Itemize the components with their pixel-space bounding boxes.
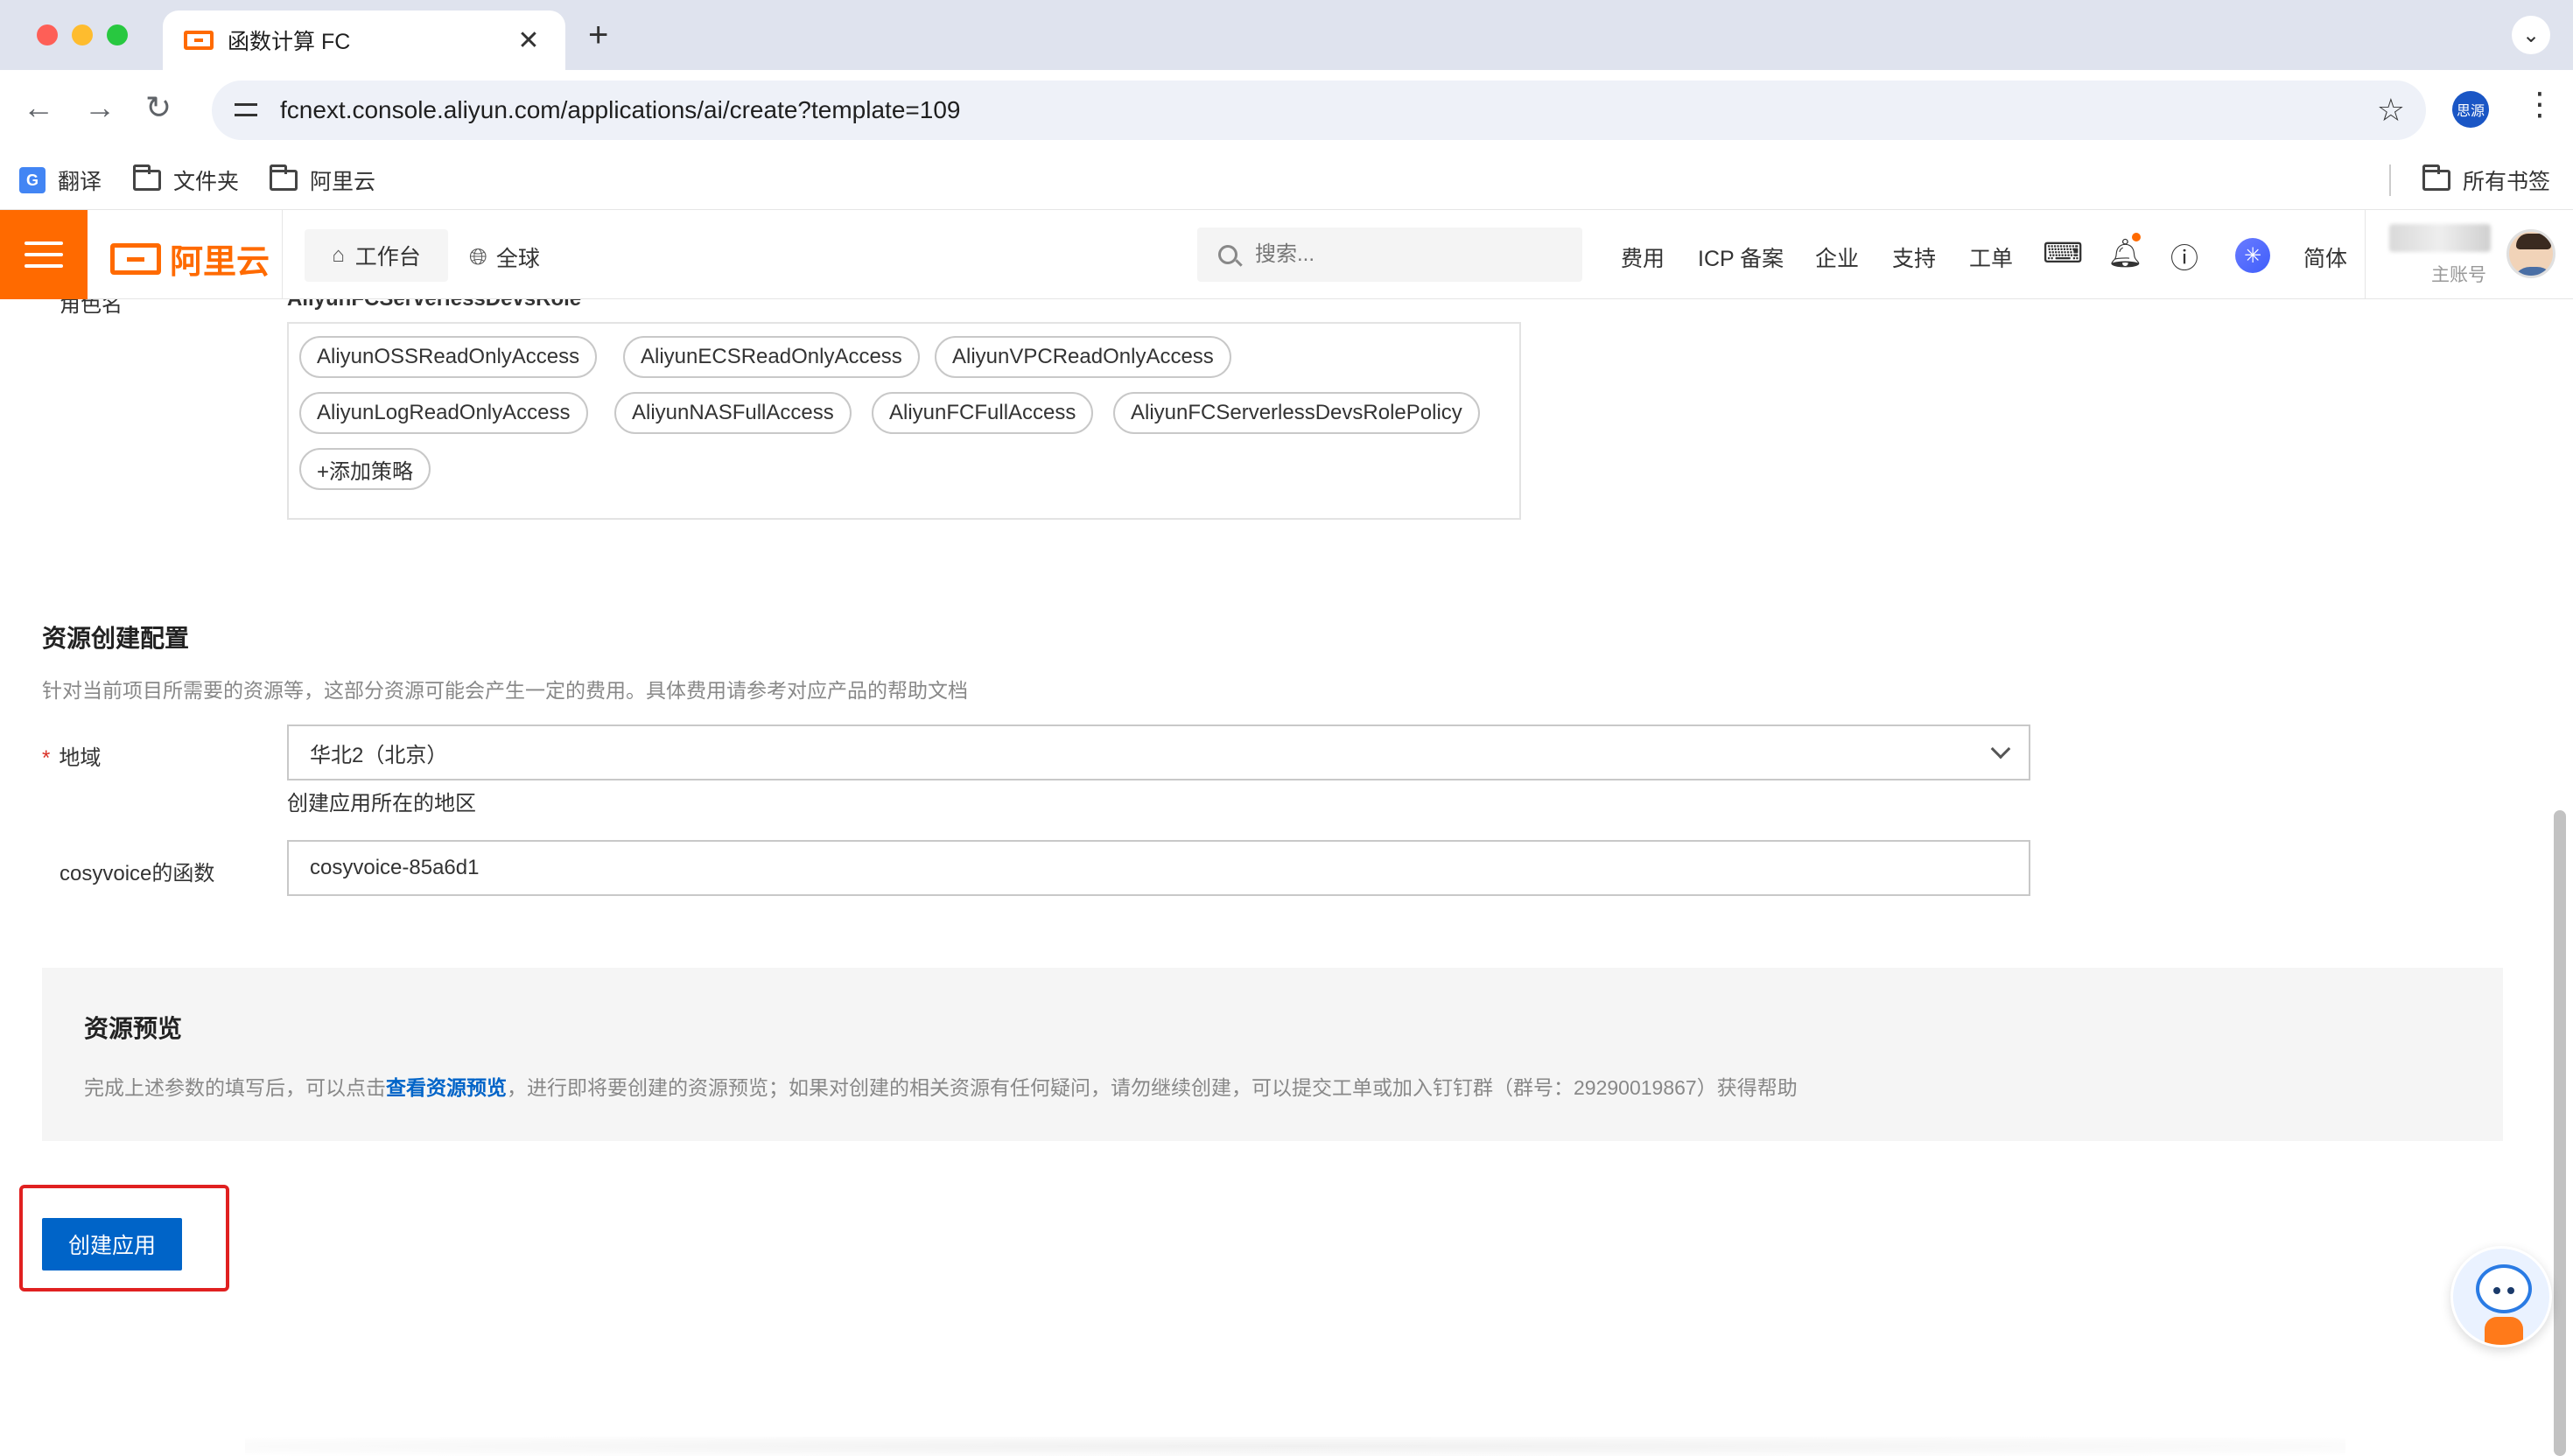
region-global-button[interactable]: 🌐︎ 全球 xyxy=(469,242,540,273)
browser-toolbar: ← → ↻ fcnext.console.aliyun.com/applicat… xyxy=(0,70,2573,150)
language-switch[interactable]: 简体 xyxy=(2303,242,2347,273)
customer-service-robot-icon[interactable] xyxy=(2450,1246,2552,1348)
create-application-button[interactable]: 创建应用 xyxy=(42,1218,182,1270)
policy-tag[interactable]: AliyunVPCReadOnlyAccess xyxy=(935,336,1231,378)
workbench-button[interactable]: ⌂ 工作台 xyxy=(305,229,448,282)
policy-tag[interactable]: AliyunFCFullAccess xyxy=(872,392,1094,434)
function-name-label: cosyvoice的函数 xyxy=(60,862,215,886)
all-bookmarks-label: 所有书签 xyxy=(2463,170,2551,194)
resource-preview-panel: 资源预览 完成上述参数的填写后，可以点击查看资源预览，进行即将要创建的资源预览；… xyxy=(42,968,2503,1141)
bookmark-translate[interactable]: G 翻译 xyxy=(19,164,102,196)
profile-avatar[interactable]: 思源 xyxy=(2452,91,2489,128)
user-avatar[interactable] xyxy=(2506,229,2555,278)
google-translate-icon: G xyxy=(19,167,46,193)
all-bookmarks[interactable]: 所有书签 xyxy=(2422,164,2550,196)
folder-icon xyxy=(270,164,298,191)
aliyun-logo[interactable]: 阿里云 xyxy=(110,234,270,283)
resource-config-title: 资源创建配置 xyxy=(42,625,190,652)
maximize-window-button[interactable] xyxy=(107,24,128,46)
site-settings-icon[interactable] xyxy=(233,96,261,124)
resource-preview-description: 完成上述参数的填写后，可以点击查看资源预览，进行即将要创建的资源预览；如果对创建… xyxy=(84,1071,1798,1101)
browser-tab-active[interactable]: 函数计算 FC ✕ xyxy=(163,10,565,70)
role-policy-list: AliyunOSSReadOnlyAccess AliyunECSReadOnl… xyxy=(287,322,1521,520)
global-label: 全球 xyxy=(495,247,540,271)
tab-close-icon[interactable]: ✕ xyxy=(513,25,544,56)
chevron-down-icon xyxy=(1990,738,2011,760)
reload-icon[interactable]: ↻ xyxy=(145,89,172,126)
bookmark-label: 阿里云 xyxy=(310,170,376,194)
region-label-text: 地域 xyxy=(59,746,102,770)
role-name-value: AliyunFCServerlessDevsRole xyxy=(287,299,581,312)
bookmark-folder[interactable]: 文件夹 xyxy=(133,164,239,196)
logo-text: 阿里云 xyxy=(170,244,270,281)
policy-tag[interactable]: AliyunLogReadOnlyAccess xyxy=(299,392,588,434)
close-window-button[interactable] xyxy=(37,24,58,46)
menu-hamburger-icon[interactable] xyxy=(0,210,88,299)
console-search[interactable] xyxy=(1197,228,1582,282)
nav-link-ticket[interactable]: 工单 xyxy=(1969,242,2013,273)
function-name-input[interactable] xyxy=(287,840,2030,896)
browser-tab-strip: 函数计算 FC ✕ + ⌄ xyxy=(0,0,2573,70)
tab-search-button[interactable]: ⌄ xyxy=(2512,16,2550,54)
aliyun-favicon-icon xyxy=(184,31,214,50)
region-selected-value: 华北2（北京） xyxy=(310,743,448,767)
aliyun-logo-icon xyxy=(110,242,161,275)
resource-preview-title: 资源预览 xyxy=(84,1015,183,1042)
url-text[interactable]: fcnext.console.aliyun.com/applications/a… xyxy=(280,96,2377,124)
home-icon: ⌂ xyxy=(332,243,345,267)
ai-assistant-icon[interactable]: ✳ xyxy=(2235,238,2270,273)
view-resource-preview-link[interactable]: 查看资源预览 xyxy=(386,1076,507,1099)
header-divider xyxy=(282,210,283,299)
add-policy-button[interactable]: +添加策略 xyxy=(299,448,431,490)
forward-arrow-icon[interactable]: → xyxy=(84,89,116,126)
preview-desc-before: 完成上述参数的填写后，可以点击 xyxy=(84,1076,386,1099)
bookmark-label: 文件夹 xyxy=(173,170,240,194)
policy-tag[interactable]: AliyunFCServerlessDevsRolePolicy xyxy=(1113,392,1480,434)
workbench-label: 工作台 xyxy=(354,245,421,270)
folder-icon xyxy=(2422,164,2450,191)
nav-link-support[interactable]: 支持 xyxy=(1892,242,1936,273)
region-help-text: 创建应用所在的地区 xyxy=(287,792,476,816)
header-divider xyxy=(2365,210,2366,299)
notification-dot xyxy=(2132,233,2141,242)
search-icon xyxy=(1218,245,1237,264)
terminal-icon[interactable]: ⌨ xyxy=(2043,236,2083,270)
help-icon[interactable]: ⓘ xyxy=(2170,236,2198,276)
resource-config-description: 针对当前项目所需要的资源等，这部分资源可能会产生一定的费用。具体费用请参考对应产… xyxy=(42,679,968,702)
bookmarks-bar: G 翻译 文件夹 阿里云 所有书签 xyxy=(0,150,2573,210)
preview-desc-after: ，进行即将要创建的资源预览；如果对创建的相关资源有任何疑问，请勿继续创建，可以提… xyxy=(507,1076,1798,1099)
browser-menu-icon[interactable]: ⋮ xyxy=(2524,86,2555,122)
scrollbar-thumb[interactable] xyxy=(2554,810,2566,1456)
bookmarks-divider xyxy=(2389,164,2391,196)
new-tab-button[interactable]: + xyxy=(588,16,608,55)
nav-link-billing[interactable]: 费用 xyxy=(1621,242,1665,273)
nav-link-icp[interactable]: ICP 备案 xyxy=(1698,242,1784,273)
back-arrow-icon[interactable]: ← xyxy=(23,89,54,126)
account-type-label: 主账号 xyxy=(2431,265,2486,285)
policy-tag[interactable]: AliyunNASFullAccess xyxy=(614,392,852,434)
minimize-window-button[interactable] xyxy=(72,24,93,46)
nav-link-enterprise[interactable]: 企业 xyxy=(1815,242,1859,273)
bookmark-aliyun[interactable]: 阿里云 xyxy=(270,164,375,196)
console-top-nav: 阿里云 ⌂ 工作台 🌐︎ 全球 费用 ICP 备案 企业 支持 工单 ⌨ 🔔︎ … xyxy=(0,210,2573,299)
account-name-blurred[interactable] xyxy=(2389,224,2491,252)
region-select[interactable]: 华北2（北京） xyxy=(287,724,2030,780)
folder-icon xyxy=(133,164,161,191)
policy-tag[interactable]: AliyunOSSReadOnlyAccess xyxy=(299,336,598,378)
globe-icon: 🌐︎ xyxy=(469,243,487,270)
address-bar[interactable]: fcnext.console.aliyun.com/applications/a… xyxy=(212,80,2426,140)
search-input[interactable] xyxy=(1255,242,1553,267)
bookmark-label: 翻译 xyxy=(58,170,102,194)
role-name-label: 角色名 xyxy=(60,299,123,317)
page-bottom-shadow xyxy=(245,1437,2345,1456)
bookmark-star-icon[interactable]: ☆ xyxy=(2377,92,2405,129)
tab-title: 函数计算 FC xyxy=(228,30,351,54)
create-application-form: 角色名 AliyunFCServerlessDevsRole AliyunOSS… xyxy=(0,299,2573,1456)
region-label: * 地域 xyxy=(42,740,101,771)
policy-tag[interactable]: AliyunECSReadOnlyAccess xyxy=(623,336,920,378)
required-mark: * xyxy=(42,746,51,770)
